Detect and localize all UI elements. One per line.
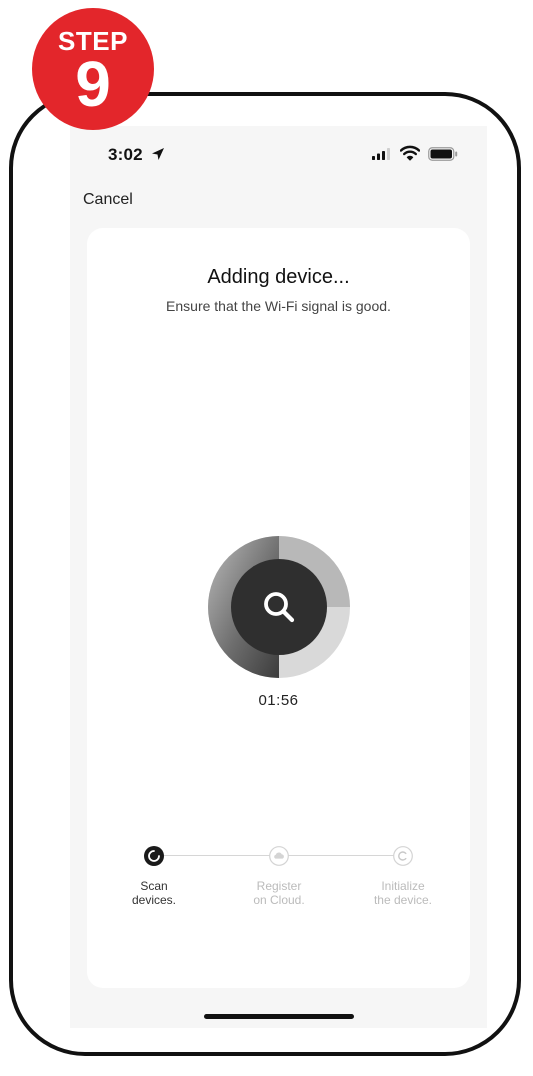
loading-icon — [144, 846, 164, 866]
step-scan-line1: Scan — [140, 879, 168, 893]
page-subtitle: Ensure that the Wi-Fi signal is good. — [166, 298, 391, 314]
step-register-cloud: Register on Cloud. — [224, 879, 334, 907]
status-time: 3:02 — [108, 145, 143, 164]
page-title: Adding device... — [207, 266, 350, 288]
location-arrow-icon — [152, 148, 164, 160]
phone-screen: 3:02 Cancel Adding device... Ensure that… — [70, 126, 487, 1028]
cloud-icon — [269, 846, 289, 866]
step-scan-devices: Scan devices. — [99, 879, 209, 907]
step-initialize-line1: Initialize — [381, 879, 425, 893]
adding-device-card: Adding device... Ensure that the Wi-Fi s… — [87, 228, 470, 988]
wifi-icon — [400, 145, 420, 161]
home-indicator[interactable] — [204, 1014, 354, 1019]
scan-progress-indicator — [208, 536, 350, 678]
step-initialize-line2: the device. — [373, 893, 433, 907]
battery-icon — [428, 147, 458, 161]
signal-icon — [372, 148, 390, 160]
step-scan-line2: devices. — [131, 893, 177, 907]
step-number: 9 — [75, 48, 111, 120]
status-bar: 3:02 — [70, 126, 487, 182]
init-icon — [393, 846, 413, 866]
countdown-timer: 01:56 — [258, 692, 299, 709]
progress-steps: Scan devices. Register on Cloud. Initial… — [87, 844, 470, 924]
step-badge: STEP 9 — [32, 8, 154, 130]
step-register-line2: on Cloud. — [253, 893, 305, 907]
step-initialize-device: Initialize the device. — [348, 879, 458, 907]
step-register-line1: Register — [256, 879, 302, 893]
cancel-button[interactable]: Cancel — [83, 191, 133, 209]
